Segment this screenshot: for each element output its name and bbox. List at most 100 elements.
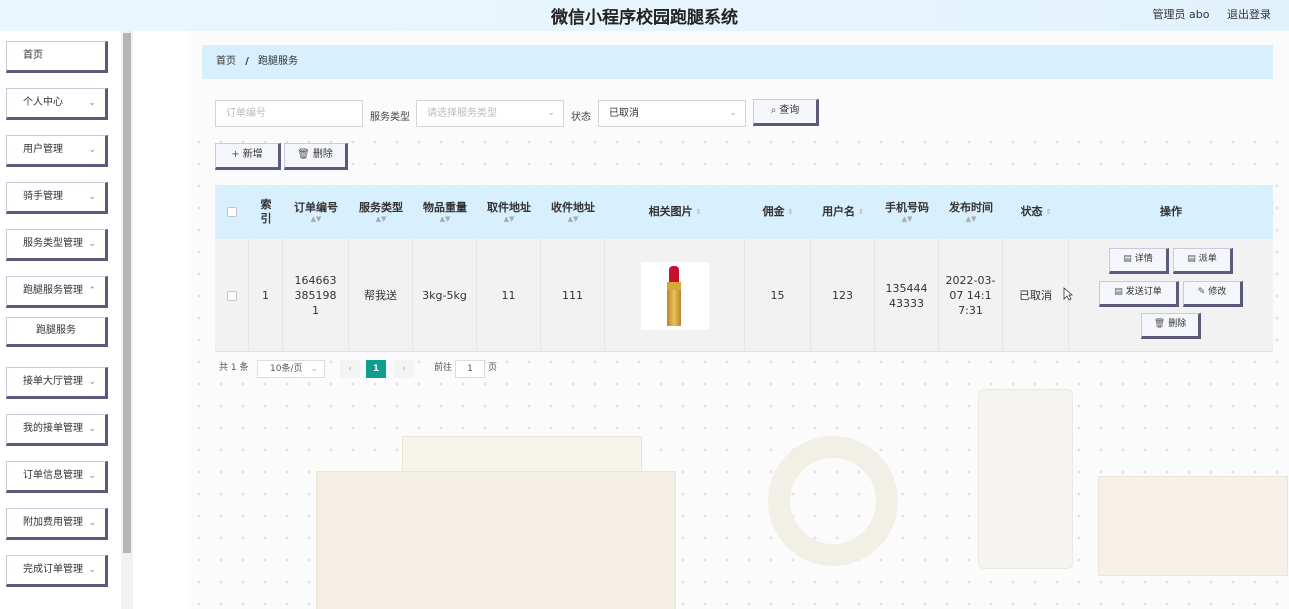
cell-order-no-text: 1646633851981 bbox=[294, 274, 337, 317]
lipstick-bullet bbox=[668, 265, 679, 282]
row-delete-button[interactable]: 🗑 删除 bbox=[1141, 313, 1201, 339]
sidebar-subitem-label: 跑腿服务 bbox=[36, 325, 76, 336]
delete-button[interactable]: 🗑 删除 bbox=[284, 143, 348, 170]
sidebar-item-errand-service-management[interactable]: 跑腿服务管理 ⌃ bbox=[6, 276, 108, 308]
product-image[interactable] bbox=[640, 261, 709, 330]
query-button[interactable]: ⌕ 查询 bbox=[753, 99, 819, 126]
service-type-select[interactable]: 请选择服务类型 ⌄ bbox=[416, 100, 564, 127]
detail-button[interactable]: ▤ 详情 bbox=[1109, 248, 1169, 274]
header-delivery[interactable]: 收件地址 ▲▼ bbox=[541, 185, 605, 239]
trash-icon: 🗑 bbox=[1153, 319, 1166, 329]
sort-icon[interactable]: ⇕ bbox=[858, 205, 864, 219]
breadcrumb-separator: / bbox=[245, 56, 249, 67]
lipstick-case bbox=[666, 289, 681, 326]
sidebar-item-personal-center[interactable]: 个人中心 ⌄ bbox=[6, 88, 108, 120]
background-decoration bbox=[768, 436, 898, 566]
query-button-label: 查询 bbox=[779, 105, 800, 116]
document-icon: ▤ bbox=[1187, 254, 1196, 264]
header-phone[interactable]: 手机号码 ▲▼ bbox=[875, 185, 939, 239]
header-service-type[interactable]: 服务类型 ▲▼ bbox=[349, 185, 413, 239]
sort-icon[interactable]: ▲▼ bbox=[423, 215, 467, 223]
sidebar-item-completed-order-management[interactable]: 完成订单管理 ⌄ bbox=[6, 555, 108, 587]
sort-icon[interactable]: ▲▼ bbox=[294, 215, 338, 223]
sidebar-item-order-hall-management[interactable]: 接单大厅管理 ⌄ bbox=[6, 367, 108, 399]
sidebar-scroll-thumb[interactable] bbox=[123, 33, 131, 553]
pencil-icon: ✎ bbox=[1197, 287, 1206, 297]
sort-icon[interactable]: ⇕ bbox=[788, 205, 794, 219]
header-publish-time[interactable]: 发布时间 ▲▼ bbox=[939, 185, 1003, 239]
cell-publish-time: 2022-03-07 14:17:31 bbox=[939, 239, 1003, 352]
sidebar-item-user-management[interactable]: 用户管理 ⌄ bbox=[6, 135, 108, 167]
header-weight[interactable]: 物品重量 ▲▼ bbox=[413, 185, 477, 239]
detail-button-label: 详情 bbox=[1134, 254, 1153, 264]
send-order-button[interactable]: ▤ 发送订单 bbox=[1099, 281, 1179, 307]
delete-button-label: 删除 bbox=[312, 149, 333, 160]
dispatch-button[interactable]: ▤ 派单 bbox=[1173, 248, 1233, 274]
sidebar-item-my-orders-management[interactable]: 我的接单管理 ⌄ bbox=[6, 414, 108, 446]
goto-label: 前往 bbox=[434, 363, 453, 373]
sidebar-item-label: 用户管理 bbox=[23, 144, 63, 155]
select-all-checkbox[interactable] bbox=[227, 207, 237, 217]
header-service-type-label: 服务类型 bbox=[359, 201, 403, 214]
header-commission-label: 佣金 bbox=[762, 205, 785, 218]
sidebar-item-service-type-management[interactable]: 服务类型管理 ⌄ bbox=[6, 229, 108, 261]
edit-button-label: 修改 bbox=[1208, 287, 1227, 297]
chevron-down-icon: ⌄ bbox=[547, 108, 555, 118]
sidebar-item-home[interactable]: 首页 bbox=[6, 41, 108, 73]
header-index[interactable]: 索引 bbox=[249, 185, 283, 239]
goto-page-input[interactable]: 1 bbox=[455, 360, 485, 378]
header-pickup[interactable]: 取件地址 ▲▼ bbox=[477, 185, 541, 239]
page-size-select[interactable]: 10条/页 ⌄ bbox=[257, 360, 325, 378]
order-no-input[interactable]: 订单编号 bbox=[215, 100, 363, 127]
chevron-down-icon: ⌄ bbox=[88, 98, 96, 108]
header-image[interactable]: 相关图片 ⇕ bbox=[605, 185, 745, 239]
cell-phone: 13544443333 bbox=[875, 239, 939, 352]
trash-icon: 🗑 bbox=[297, 149, 310, 160]
sidebar-item-extra-fee-management[interactable]: 附加费用管理 ⌄ bbox=[6, 508, 108, 540]
sort-icon[interactable]: ▲▼ bbox=[359, 215, 403, 223]
sidebar-item-order-info-management[interactable]: 订单信息管理 ⌄ bbox=[6, 461, 108, 493]
sort-icon[interactable]: ▲▼ bbox=[551, 215, 595, 223]
admin-user-label[interactable]: 管理员 abo bbox=[1153, 8, 1210, 21]
next-page-button[interactable]: › bbox=[394, 360, 414, 378]
app-title: 微信小程序校园跑腿系统 bbox=[551, 8, 738, 28]
sidebar-subitem-errand-service[interactable]: 跑腿服务 bbox=[6, 317, 108, 347]
cell-commission: 15 bbox=[745, 239, 811, 352]
status-label: 状态 bbox=[571, 112, 591, 123]
status-select[interactable]: 已取消 ⌄ bbox=[598, 100, 746, 127]
header-commission[interactable]: 佣金 ⇕ bbox=[745, 185, 811, 239]
user-area: 管理员 abo 退出登录 bbox=[1139, 6, 1271, 22]
header-status[interactable]: 状态 ⇕ bbox=[1003, 185, 1069, 239]
header-pickup-label: 取件地址 bbox=[487, 201, 531, 214]
header-delivery-label: 收件地址 bbox=[551, 201, 595, 214]
select-all-cell bbox=[215, 185, 249, 239]
chevron-down-icon: ⌄ bbox=[88, 518, 96, 528]
sidebar-item-rider-management[interactable]: 骑手管理 ⌄ bbox=[6, 182, 108, 214]
sidebar-item-label: 接单大厅管理 bbox=[23, 376, 83, 387]
header-username[interactable]: 用户名 ⇕ bbox=[811, 185, 875, 239]
header-actions-label: 操作 bbox=[1160, 205, 1182, 218]
top-bar: 微信小程序校园跑腿系统 管理员 abo 退出登录 bbox=[0, 0, 1289, 31]
chevron-down-icon: ⌄ bbox=[88, 145, 96, 155]
sort-icon[interactable]: ⇕ bbox=[696, 205, 702, 219]
add-button[interactable]: + 新增 bbox=[215, 143, 281, 170]
page-size-value: 10条/页 bbox=[270, 364, 303, 374]
sort-icon[interactable]: ⇕ bbox=[1046, 205, 1052, 219]
logout-link[interactable]: 退出登录 bbox=[1227, 8, 1271, 21]
chevron-down-icon: ⌄ bbox=[88, 471, 96, 481]
chevron-down-icon: ⌄ bbox=[88, 239, 96, 249]
chevron-down-icon: ⌄ bbox=[88, 377, 96, 387]
prev-page-button[interactable]: ‹ bbox=[340, 360, 360, 378]
send-order-button-label: 发送订单 bbox=[1125, 287, 1162, 297]
breadcrumb-home[interactable]: 首页 bbox=[216, 56, 236, 67]
header-order-no[interactable]: 订单编号 ▲▼ bbox=[283, 185, 349, 239]
sidebar-item-label: 订单信息管理 bbox=[23, 470, 83, 481]
row-checkbox[interactable] bbox=[226, 290, 237, 301]
add-button-label: 新增 bbox=[242, 149, 263, 160]
page-number-current[interactable]: 1 bbox=[366, 360, 386, 378]
edit-button[interactable]: ✎ 修改 bbox=[1183, 281, 1243, 307]
chevron-down-icon: ⌄ bbox=[88, 192, 96, 202]
sort-icon[interactable]: ▲▼ bbox=[949, 215, 993, 223]
sort-icon[interactable]: ▲▼ bbox=[885, 215, 929, 223]
sort-icon[interactable]: ▲▼ bbox=[487, 215, 531, 223]
